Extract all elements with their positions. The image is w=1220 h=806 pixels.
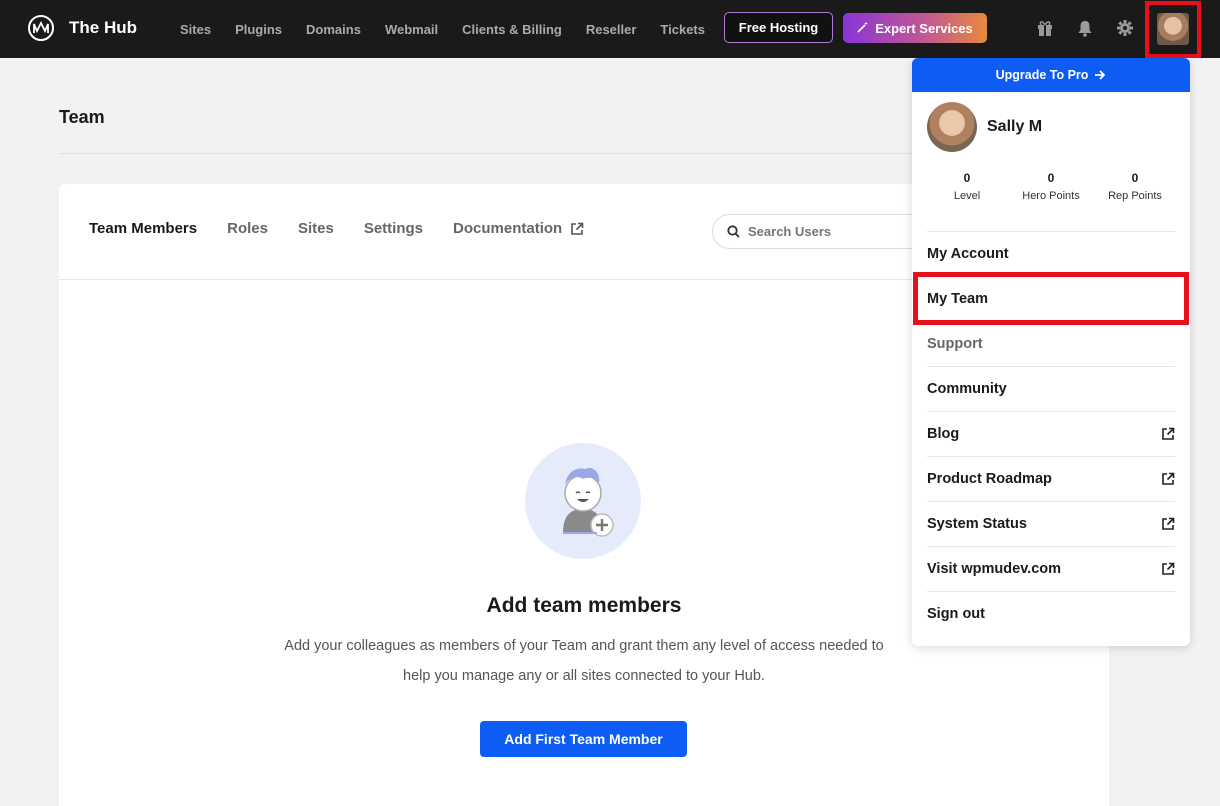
tab-documentation[interactable]: Documentation [453,220,584,237]
empty-state-description: Add your colleagues as members of your T… [284,638,884,684]
menu-item-label: Visit wpmudev.com [927,561,1062,577]
nav-sites[interactable]: Sites [180,22,211,37]
menu-item-product-roadmap[interactable]: Product Roadmap [927,456,1175,501]
user-avatar-button[interactable] [1145,1,1201,58]
user-stats: 0 Level 0 Hero Points 0 Rep Points [927,171,1175,202]
menu-item-blog[interactable]: Blog [927,411,1175,456]
menu-item-sign-out[interactable]: Sign out [927,591,1175,636]
menu-item-visit-wpmudev[interactable]: Visit wpmudev.com [927,546,1175,591]
arrow-right-icon [1095,70,1106,80]
gift-icon[interactable] [1036,19,1054,37]
free-hosting-button[interactable]: Free Hosting [724,12,833,43]
hub-logo-icon[interactable] [28,15,54,41]
external-link-icon [571,222,584,235]
stat-rep-points: 0 Rep Points [1095,171,1175,202]
nav-tickets[interactable]: Tickets [660,22,705,37]
upgrade-to-pro-button[interactable]: Upgrade To Pro [912,58,1190,92]
external-link-icon [1162,472,1175,485]
team-tabs: Team Members Roles Sites Settings Docume… [89,220,614,237]
top-navigation-bar: The Hub Sites Plugins Domains Webmail Cl… [0,0,1220,58]
menu-item-label: Support [927,336,983,352]
magic-wand-icon [857,21,869,36]
menu-item-support[interactable]: Support [927,321,1175,366]
tab-documentation-label: Documentation [453,220,563,237]
stat-label: Hero Points [1022,190,1080,202]
stat-value: 0 [963,171,971,185]
menu-item-community[interactable]: Community [927,366,1175,411]
menu-item-label: Blog [927,426,960,442]
menu-item-my-team[interactable]: My Team [913,272,1189,325]
menu-item-label: My Account [927,246,1009,262]
nav-plugins[interactable]: Plugins [235,22,282,37]
expert-services-button[interactable]: Expert Services [843,13,987,43]
menu-item-label: Sign out [927,606,985,622]
stat-label: Level [953,190,981,202]
external-link-icon [1162,427,1175,440]
dropdown-menu-list: My Account My Team Support Community Blo… [913,231,1189,636]
tab-sites[interactable]: Sites [298,220,334,237]
external-link-icon [1162,562,1175,575]
nav-webmail[interactable]: Webmail [385,22,438,37]
team-member-illustration [525,443,641,559]
nav-domains[interactable]: Domains [306,22,361,37]
gear-icon[interactable] [1116,19,1134,37]
nav-clients-billing[interactable]: Clients & Billing [462,22,562,37]
nav-reseller[interactable]: Reseller [586,22,637,37]
bell-icon[interactable] [1076,19,1094,37]
page-title: Team [59,107,105,127]
stat-hero-points: 0 Hero Points [1011,171,1091,202]
menu-item-label: Product Roadmap [927,471,1052,487]
add-first-team-member-button[interactable]: Add First Team Member [480,721,687,757]
stat-value: 0 [1047,171,1055,185]
tab-settings[interactable]: Settings [364,220,423,237]
menu-item-my-account[interactable]: My Account [927,231,1175,276]
search-icon [727,225,740,238]
menu-item-label: Community [927,381,1007,397]
menu-item-label: System Status [927,516,1027,532]
tab-roles[interactable]: Roles [227,220,268,237]
stat-label: Rep Points [1108,190,1162,202]
main-nav: Sites Plugins Domains Webmail Clients & … [180,0,729,58]
stat-value: 0 [1131,171,1139,185]
menu-item-system-status[interactable]: System Status [927,501,1175,546]
avatar [1157,13,1189,45]
menu-item-label: My Team [927,291,988,307]
brand-title[interactable]: The Hub [69,18,137,38]
tab-team-members[interactable]: Team Members [89,220,197,237]
upgrade-label: Upgrade To Pro [995,68,1089,82]
user-name: Sally M [987,118,1043,135]
user-dropdown-menu: Upgrade To Pro Sally M 0 Level 0 Hero Po… [912,58,1190,646]
stat-level: 0 Level [927,171,1007,202]
expert-services-label: Expert Services [875,20,973,36]
avatar [927,102,977,152]
user-profile: Sally M [927,102,1042,152]
external-link-icon [1162,517,1175,530]
